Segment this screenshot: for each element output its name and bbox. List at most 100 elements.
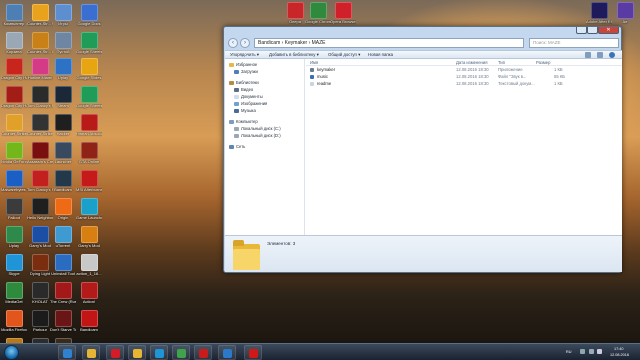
desktop-icon[interactable]: Корзина — [1, 32, 27, 55]
desktop-icon[interactable]: Пустой — [50, 32, 76, 55]
clock-time[interactable]: 17:40 — [614, 347, 624, 351]
add-to-library-button[interactable]: Добавить в библиотеку ▾ — [269, 52, 319, 58]
desktop-icon[interactable]: MSI Afterburner — [76, 170, 102, 193]
forward-icon[interactable]: › — [240, 38, 250, 48]
close-button[interactable]: ✕ — [598, 27, 619, 34]
nav-computer[interactable]: Компьютер — [229, 119, 258, 124]
view-options-icon[interactable] — [585, 52, 591, 58]
explorer-window: ✕ ‹ › Bandicam › Keymaker › MAZE Поиск: … — [223, 26, 622, 273]
desktop-icon[interactable]: Dragon City Hack... — [1, 86, 27, 109]
taskbar-button[interactable] — [150, 345, 168, 360]
desktop-icon[interactable]: Google Chrome — [305, 2, 331, 25]
desktop-icon-label: Google Chrome — [305, 20, 331, 24]
desktop-icon[interactable]: Uplay — [1, 226, 27, 249]
network-tray-icon[interactable] — [589, 349, 594, 354]
nav-local-d[interactable]: Локальный диск (D:) — [234, 133, 281, 138]
taskbar-button[interactable] — [106, 345, 124, 360]
desktop-icon[interactable]: Skype — [1, 254, 27, 277]
desktop-icon[interactable]: GTA Online — [76, 142, 102, 165]
desktop-icon[interactable]: Garry's Mod — [76, 226, 102, 249]
file-row[interactable]: readme 12.08.2016 18:30 Текстовый докум...… — [306, 81, 622, 87]
search-input[interactable]: Поиск: MAZE — [529, 38, 619, 48]
maximize-button[interactable] — [587, 27, 598, 34]
file-row[interactable]: music 12.08.2016 18:30 Файл "Звук в... 55 К… — [306, 74, 622, 80]
taskbar-button[interactable] — [244, 345, 262, 360]
desktop-icon[interactable]: Ae — [612, 2, 638, 25]
nav-documents[interactable]: Документы — [234, 94, 263, 99]
volume-icon[interactable] — [597, 349, 602, 354]
taskbar-button[interactable] — [194, 345, 212, 360]
desktop-icon[interactable]: Google Sheets — [76, 32, 102, 55]
desktop-icon[interactable]: Bandicam — [76, 310, 102, 333]
file-icon — [310, 68, 314, 72]
nav-network[interactable]: Сеть — [229, 144, 245, 149]
nav-libraries[interactable]: Библиотеки — [229, 80, 259, 85]
desktop-icon[interactable]: Google Sheets — [76, 86, 102, 109]
column-name[interactable]: Имя — [310, 60, 318, 65]
file-row[interactable]: keymaker 12.08.2016 18:30 Приложение 1 КБ — [306, 67, 622, 73]
nav-video[interactable]: Видео — [234, 87, 253, 92]
desktop-icon[interactable]: Action! — [76, 282, 102, 305]
column-size[interactable]: Размер — [536, 60, 550, 65]
nav-favorites[interactable]: Избранное — [229, 62, 257, 67]
nav-music[interactable]: Музыка — [234, 108, 256, 113]
share-button[interactable]: Общий доступ ▾ — [328, 52, 360, 58]
taskbar-button[interactable] — [172, 345, 190, 360]
desktop-icon-label: Google Slides — [76, 76, 102, 80]
column-date[interactable]: Дата изменения — [456, 60, 487, 65]
minimize-button[interactable] — [576, 27, 587, 34]
desktop-icon[interactable]: Игры — [50, 4, 76, 27]
desktop-icon[interactable]: Counter-Strike — [1, 114, 27, 137]
desktop-icon[interactable]: action_1_16... — [76, 254, 102, 277]
desktop-icon[interactable]: Launcher — [50, 142, 76, 165]
taskbar-button[interactable] — [82, 345, 100, 360]
desktop-icon[interactable]: The Crew (Russian) — [50, 282, 76, 305]
app-icon — [80, 310, 98, 327]
clock-date[interactable]: 12.08.2016 — [610, 353, 629, 357]
taskbar-button[interactable] — [58, 345, 76, 360]
desktop-icon[interactable]: MediaGet — [1, 282, 27, 305]
item-count: Элементов: 3 — [267, 241, 296, 246]
desktop-icon[interactable]: Dragon City Hack... — [1, 58, 27, 81]
window-titlebar[interactable]: ✕ — [224, 27, 621, 36]
desktop-icon[interactable]: Opera Browser — [330, 2, 356, 25]
desktop-icon[interactable]: Uplay — [50, 58, 76, 81]
desktop-icon[interactable]: Origin — [50, 198, 76, 221]
desktop-icon-label: Uninstall Tool — [51, 272, 75, 276]
desktop-icon[interactable]: Mozilla Firefox — [1, 310, 27, 333]
desktop-icon[interactable]: Adobe After Effects — [586, 2, 612, 25]
desktop-icon[interactable]: Google Docs — [76, 4, 102, 27]
desktop-icon[interactable]: Uninstall Tool — [50, 254, 76, 277]
preview-pane-icon[interactable] — [597, 52, 603, 58]
utorrent-icon — [177, 349, 186, 358]
desktop-icon-label: Google Sheets — [76, 50, 102, 54]
back-icon[interactable]: ‹ — [228, 38, 238, 48]
desktop-icon[interactable]: Game Launcher — [76, 198, 102, 221]
organize-button[interactable]: Упорядочить ▾ — [230, 52, 259, 58]
desktop-icon[interactable]: Bandicam — [50, 170, 76, 193]
start-button[interactable] — [4, 345, 19, 360]
desktop-icon[interactable]: Nvidia GeForce Experience — [1, 142, 27, 165]
desktop-icon[interactable]: Hitman Absolution — [76, 114, 102, 137]
nav-local-c[interactable]: Локальный диск (C:) — [234, 126, 281, 131]
desktop-icon[interactable]: Steam — [50, 86, 76, 109]
desktop-icon[interactable]: Компьютер — [1, 4, 27, 27]
taskbar-button[interactable] — [128, 345, 146, 360]
app-icon — [31, 58, 49, 75]
taskbar-button[interactable] — [218, 345, 236, 360]
desktop-icon[interactable]: Fallout — [1, 198, 27, 221]
desktop-icon[interactable]: Malwarebytes Anti-Malware — [1, 170, 27, 193]
language-indicator[interactable]: RU — [566, 350, 571, 354]
desktop-icon-label: Game Launcher — [76, 216, 102, 220]
nav-images[interactable]: Изображения — [234, 101, 267, 106]
address-bar[interactable]: Bandicam › Keymaker › MAZE — [254, 38, 524, 48]
desktop-icon[interactable]: Hacker — [50, 114, 76, 137]
tray-arrow-icon[interactable] — [580, 349, 585, 354]
nav-downloads[interactable]: Загрузки — [234, 69, 258, 74]
desktop-icon[interactable]: uTorrent — [50, 226, 76, 249]
desktop-icon[interactable]: Google Slides — [76, 58, 102, 81]
desktop-icon[interactable]: Don't Starve Together — [50, 310, 76, 333]
column-type[interactable]: Тип — [498, 60, 505, 65]
help-icon[interactable] — [609, 52, 615, 58]
new-folder-button[interactable]: Новая папка — [368, 52, 393, 58]
